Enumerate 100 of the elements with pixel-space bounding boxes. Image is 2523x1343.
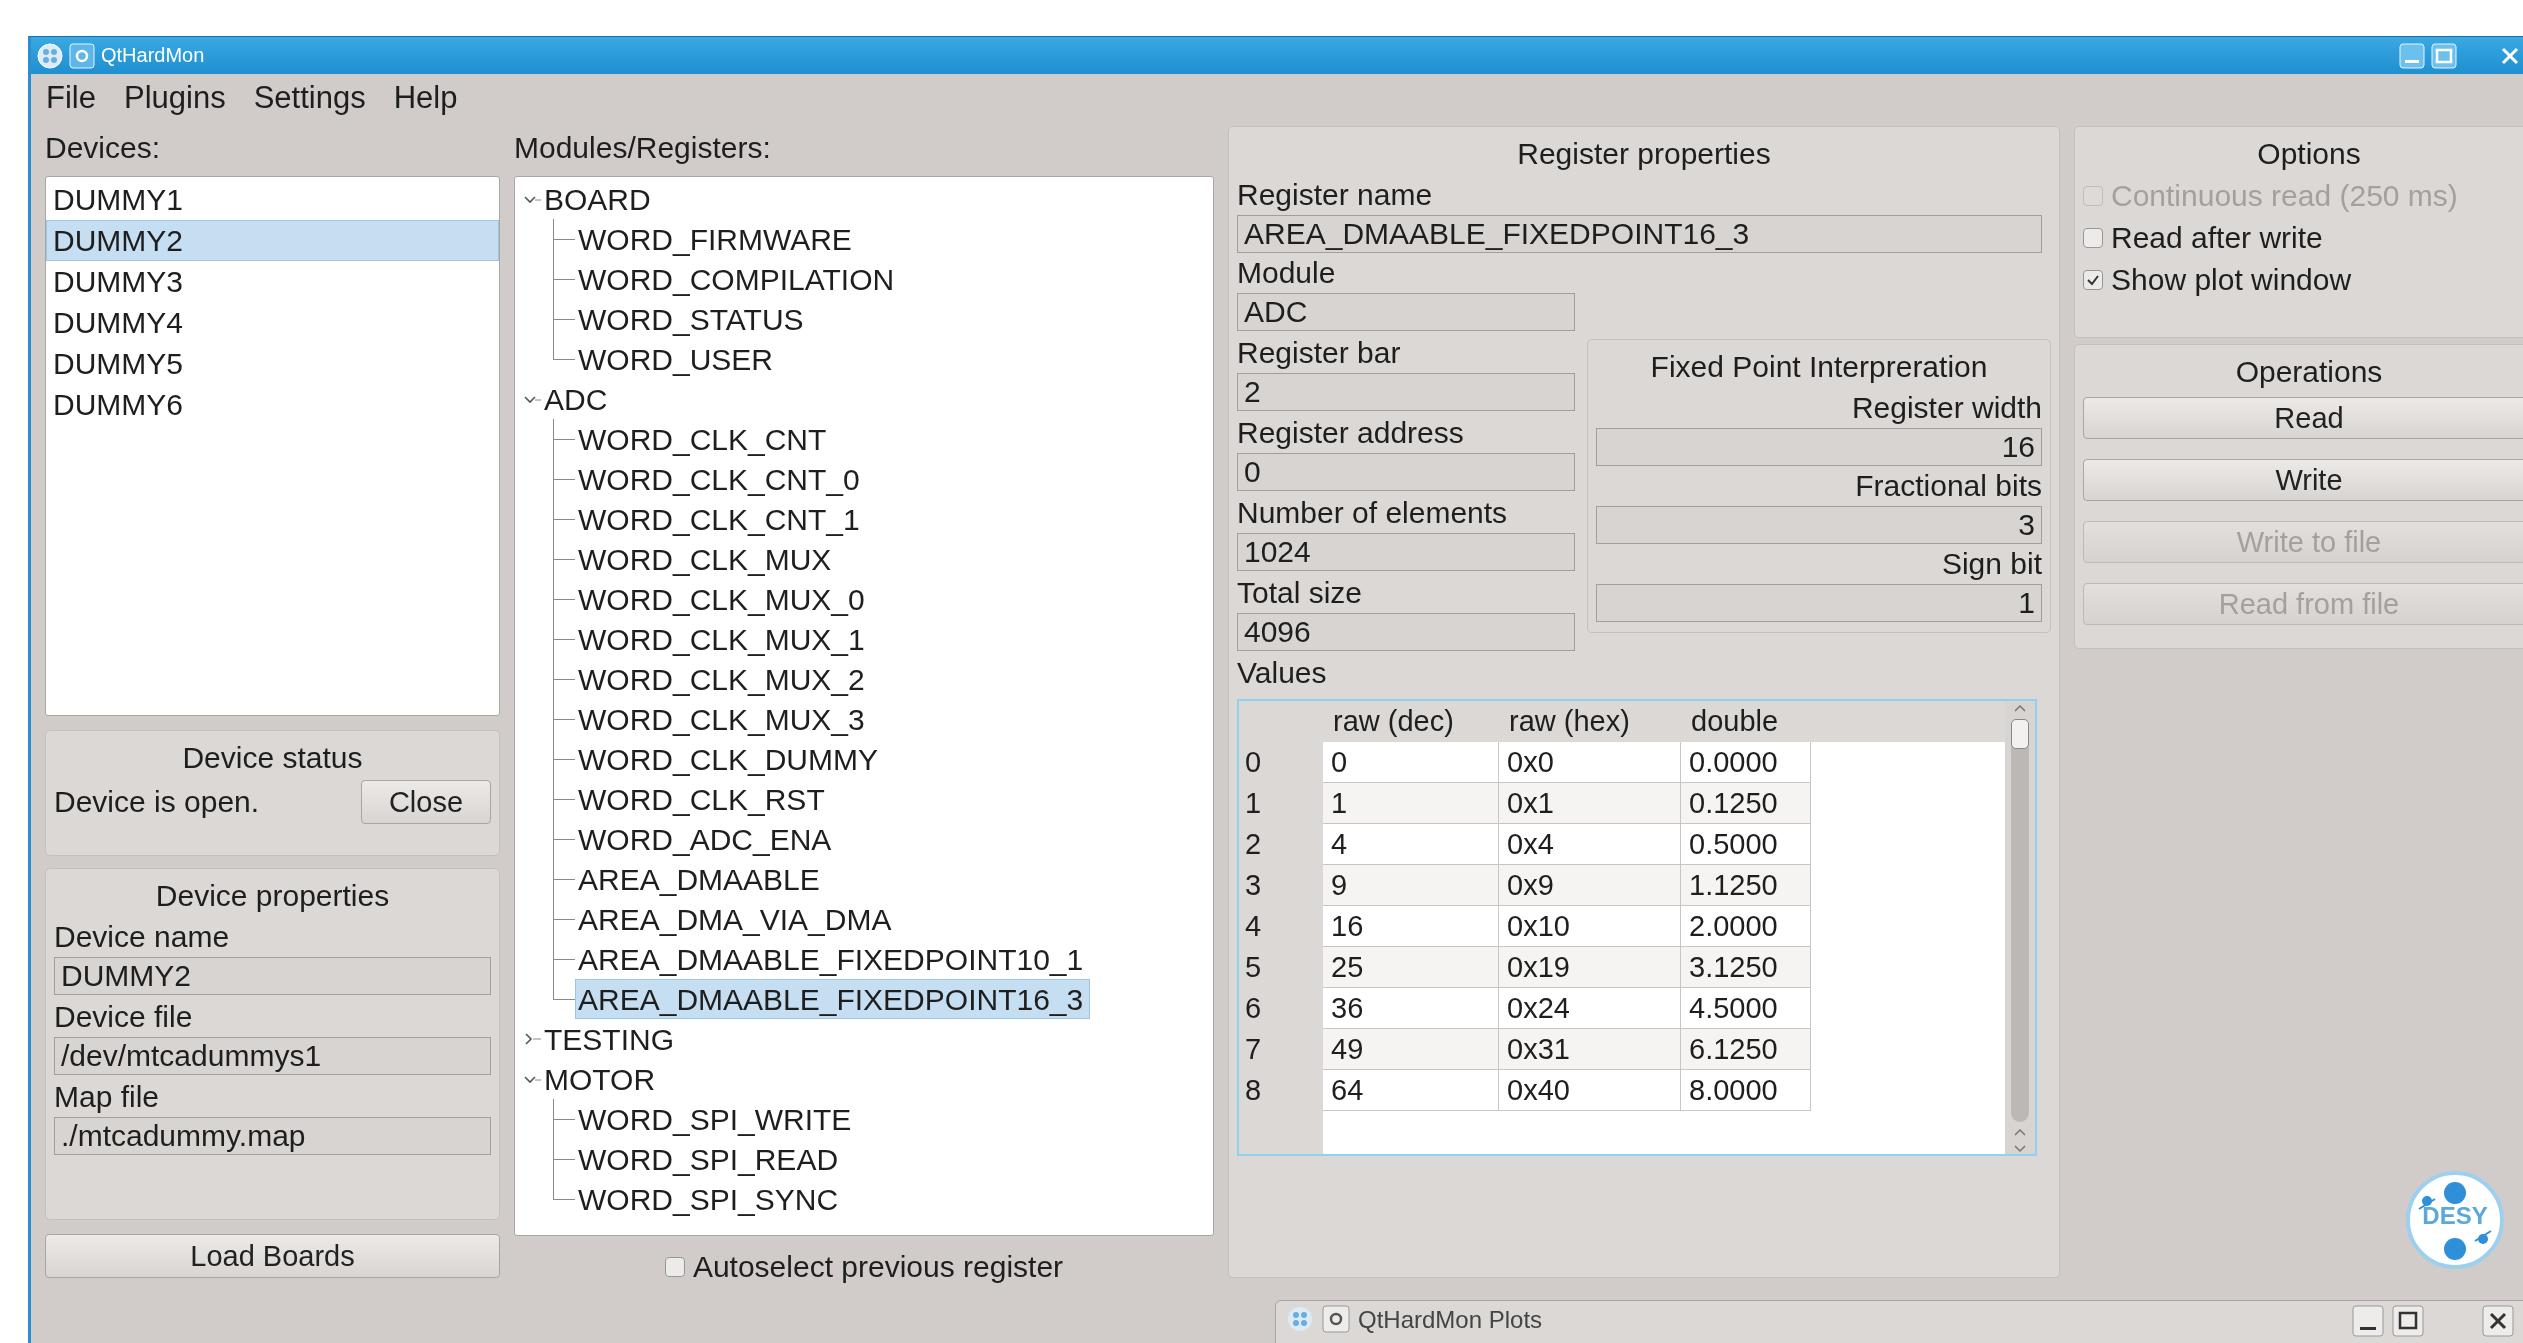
table-cell: 0.1250 bbox=[1681, 783, 1811, 824]
menu-item[interactable]: Plugins bbox=[120, 80, 229, 120]
text-field[interactable]: /dev/mtcadummys1 bbox=[54, 1037, 491, 1075]
tree-item[interactable]: WORD_CLK_MUX bbox=[575, 539, 839, 579]
row-header: 2 bbox=[1244, 827, 1263, 862]
row-header: 1 bbox=[1244, 786, 1263, 821]
text-field[interactable]: ADC bbox=[1237, 293, 1575, 331]
operation-button[interactable]: Write bbox=[2083, 459, 2523, 501]
text-field[interactable]: DUMMY2 bbox=[54, 957, 491, 995]
field-label: Device name bbox=[54, 919, 231, 955]
table-cell: 6.1250 bbox=[1681, 1029, 1811, 1070]
tree-item[interactable]: WORD_CLK_RST bbox=[575, 779, 832, 819]
text-field[interactable]: 1 bbox=[1596, 584, 2042, 622]
text-field[interactable]: 2 bbox=[1237, 373, 1575, 411]
row-header: 8 bbox=[1244, 1073, 1263, 1108]
device-item[interactable]: DUMMY2 bbox=[46, 220, 499, 261]
tree-item[interactable]: WORD_STATUS bbox=[575, 299, 811, 339]
tree-item[interactable]: WORD_CLK_DUMMY bbox=[575, 739, 886, 779]
tree-item[interactable]: WORD_CLK_CNT_0 bbox=[575, 459, 867, 499]
text-field[interactable]: ./mtcadummy.map bbox=[54, 1117, 491, 1155]
devices-label: Devices: bbox=[45, 130, 162, 166]
column-header[interactable]: double bbox=[1681, 701, 1811, 742]
panel-title: Operations bbox=[2234, 354, 2384, 390]
field-label: Fractional bits bbox=[1855, 468, 2042, 504]
menu-item[interactable]: File bbox=[43, 80, 99, 120]
tree-item[interactable]: WORD_CLK_MUX_0 bbox=[575, 579, 872, 619]
text-field[interactable]: 16 bbox=[1596, 428, 2042, 466]
menu-item[interactable]: Settings bbox=[250, 80, 369, 120]
table-cell: 0x0 bbox=[1499, 742, 1681, 783]
tree-item[interactable]: WORD_SPI_READ bbox=[575, 1139, 846, 1179]
tree-item[interactable]: WORD_CLK_CNT bbox=[575, 419, 834, 459]
device-item[interactable]: DUMMY1 bbox=[46, 179, 499, 220]
table-cell: 36 bbox=[1323, 988, 1499, 1029]
tree-item[interactable]: AREA_DMA_VIA_DMA bbox=[575, 899, 899, 939]
tree-item[interactable]: WORD_COMPILATION bbox=[575, 259, 902, 299]
field-label: Register name bbox=[1237, 177, 1434, 213]
text-field[interactable]: 4096 bbox=[1237, 613, 1575, 651]
field-label: Register bar bbox=[1237, 335, 1402, 371]
operation-button[interactable]: Read bbox=[2083, 397, 2523, 439]
table-cell: 4 bbox=[1323, 824, 1499, 865]
tree-item[interactable]: WORD_CLK_MUX_1 bbox=[575, 619, 872, 659]
tree-item[interactable]: AREA_DMAABLE_FIXEDPOINT16_3 bbox=[575, 979, 1091, 1019]
device-item[interactable]: DUMMY4 bbox=[46, 302, 499, 343]
table-cell: 0x40 bbox=[1499, 1070, 1681, 1111]
field-label: Module bbox=[1237, 255, 1337, 291]
tree-item[interactable]: ADC bbox=[541, 379, 615, 419]
field-label: Device file bbox=[54, 999, 194, 1035]
field-label: Register address bbox=[1237, 415, 1465, 451]
load-boards-button[interactable]: Load Boards bbox=[45, 1234, 500, 1278]
checkbox-label: Continuous read (250 ms) bbox=[2111, 179, 2458, 213]
tree-item[interactable]: BOARD bbox=[541, 179, 658, 219]
tree-item[interactable]: TESTING bbox=[541, 1019, 681, 1059]
tree-item[interactable]: WORD_SPI_WRITE bbox=[575, 1099, 859, 1139]
field-label: Number of elements bbox=[1237, 495, 1509, 531]
checkbox-label: Show plot window bbox=[2111, 263, 2352, 297]
text-field[interactable]: 3 bbox=[1596, 506, 2042, 544]
column-header[interactable]: raw (dec) bbox=[1323, 701, 1499, 742]
field-label: Sign bit bbox=[1941, 546, 2042, 582]
text-field[interactable]: 0 bbox=[1237, 453, 1575, 491]
field-label: Register width bbox=[1851, 390, 2042, 426]
table-cell: 1 bbox=[1323, 783, 1499, 824]
device-item[interactable]: DUMMY6 bbox=[46, 384, 499, 425]
table-cell: 9 bbox=[1323, 865, 1499, 906]
table-cell: 0.0000 bbox=[1681, 742, 1811, 783]
tree-item[interactable]: WORD_CLK_CNT_1 bbox=[575, 499, 867, 539]
panel-title: Register properties bbox=[1516, 136, 1772, 172]
tree-item[interactable]: WORD_FIRMWARE bbox=[575, 219, 859, 259]
tree-item[interactable]: WORD_CLK_MUX_3 bbox=[575, 699, 872, 739]
close-button[interactable]: Close bbox=[361, 780, 491, 824]
table-cell: 3.1250 bbox=[1681, 947, 1811, 988]
values-label: Values bbox=[1237, 655, 1328, 691]
tree-item[interactable]: WORD_CLK_MUX_2 bbox=[575, 659, 872, 699]
table-cell: 0x9 bbox=[1499, 865, 1681, 906]
panel-title: Options bbox=[2256, 136, 2362, 172]
column-header[interactable]: raw (hex) bbox=[1499, 701, 1681, 742]
text-field[interactable]: 1024 bbox=[1237, 533, 1575, 571]
panel-title: Fixed Point Interpreration bbox=[1649, 349, 1989, 385]
text-field[interactable]: AREA_DMAABLE_FIXEDPOINT16_3 bbox=[1237, 215, 2042, 253]
menu-item[interactable]: Help bbox=[390, 80, 461, 120]
window-title: QtHardMon bbox=[101, 44, 205, 67]
tree-item[interactable]: AREA_DMAABLE_FIXEDPOINT10_1 bbox=[575, 939, 1091, 979]
checkbox-label: Autoselect previous register bbox=[692, 1250, 1064, 1284]
table-cell: 0x19 bbox=[1499, 947, 1681, 988]
table-cell: 0x4 bbox=[1499, 824, 1681, 865]
table-cell: 1.1250 bbox=[1681, 865, 1811, 906]
tree-item[interactable]: MOTOR bbox=[541, 1059, 663, 1099]
device-item[interactable]: DUMMY5 bbox=[46, 343, 499, 384]
tree-item[interactable]: AREA_DMAABLE bbox=[575, 859, 827, 899]
tree-item[interactable]: WORD_SPI_SYNC bbox=[575, 1179, 846, 1219]
table-cell: 0.5000 bbox=[1681, 824, 1811, 865]
tree-item[interactable]: WORD_USER bbox=[575, 339, 780, 379]
table-cell: 49 bbox=[1323, 1029, 1499, 1070]
table-cell: 0x1 bbox=[1499, 783, 1681, 824]
tree-item[interactable]: WORD_ADC_ENA bbox=[575, 819, 839, 859]
row-header: 4 bbox=[1244, 909, 1263, 944]
panel-title: Device status bbox=[181, 740, 364, 776]
device-item[interactable]: DUMMY3 bbox=[46, 261, 499, 302]
table-cell: 2.0000 bbox=[1681, 906, 1811, 947]
field-label: Total size bbox=[1237, 575, 1364, 611]
table-cell: 0x31 bbox=[1499, 1029, 1681, 1070]
